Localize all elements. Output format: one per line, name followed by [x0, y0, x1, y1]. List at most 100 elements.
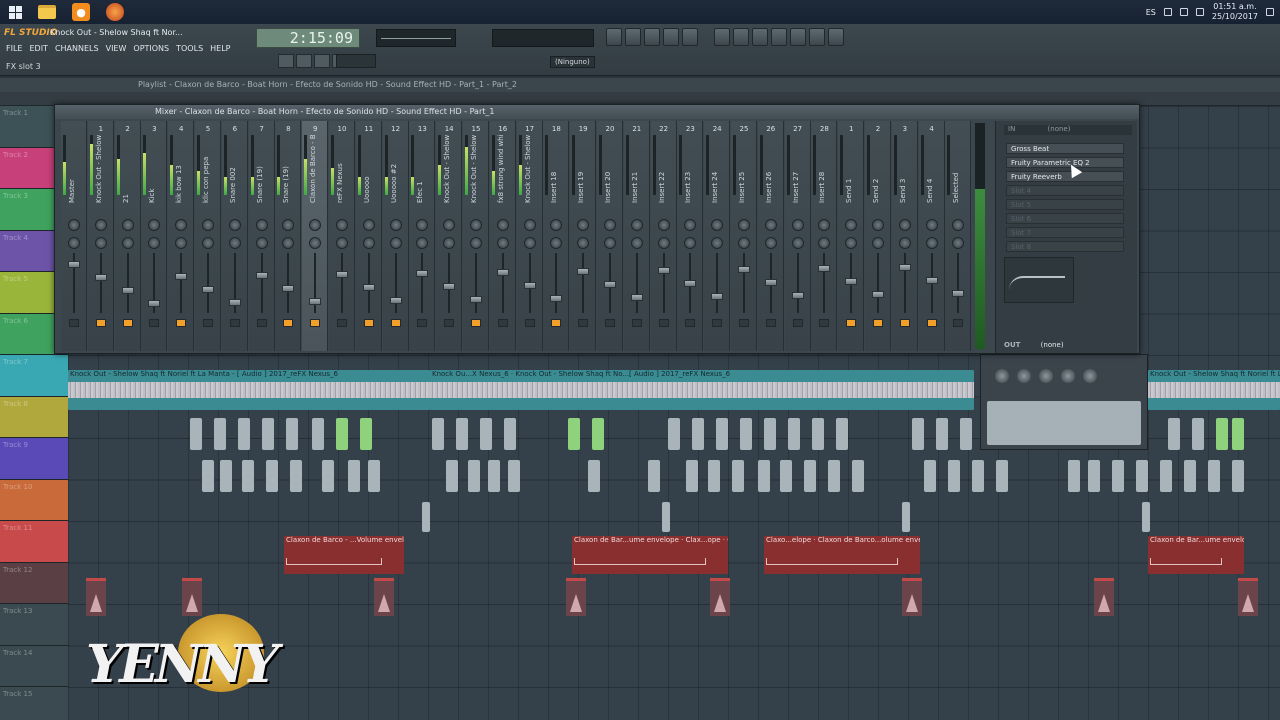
pattern-clip[interactable] [936, 418, 948, 450]
output-selector[interactable]: OUT (none) [1004, 341, 1064, 349]
volume-fader[interactable] [555, 253, 558, 313]
fader-handle[interactable] [898, 264, 911, 271]
stereo-knob[interactable] [523, 237, 536, 249]
pattern-clip[interactable] [686, 460, 698, 492]
pattern-clip[interactable] [996, 460, 1008, 492]
playlist-icon[interactable] [606, 28, 622, 46]
fader-handle[interactable] [657, 267, 670, 274]
volume-icon[interactable] [1179, 8, 1188, 16]
menu-options[interactable]: OPTIONS [133, 44, 169, 53]
pan-knob[interactable] [630, 219, 643, 231]
fader-handle[interactable] [443, 283, 456, 290]
route-button[interactable] [578, 319, 589, 327]
fruity-reeverb-window[interactable] [980, 354, 1148, 450]
menu-file[interactable]: FILE [6, 44, 22, 53]
fader-handle[interactable] [228, 299, 241, 306]
route-button[interactable] [605, 319, 615, 327]
mixer-strip[interactable]: 3 Kick [141, 121, 168, 351]
taskbar-fl-studio[interactable]: ● [64, 0, 98, 24]
volume-fader[interactable] [475, 253, 477, 313]
pan-knob[interactable] [550, 219, 563, 231]
menu-view[interactable]: VIEW [106, 44, 127, 53]
pan-knob[interactable] [818, 219, 831, 231]
mixer-strip[interactable]: 4 Send 4 [918, 121, 945, 351]
mixer-strip[interactable]: 17 Knock Out - Shelow Sh [516, 121, 543, 351]
stereo-knob[interactable] [630, 237, 643, 249]
stereo-knob[interactable] [738, 237, 750, 249]
pattern-clip[interactable] [588, 460, 600, 492]
pattern-clip[interactable] [568, 418, 580, 450]
pattern-clip[interactable] [266, 460, 278, 492]
stereo-knob[interactable] [148, 237, 161, 249]
eq-curve[interactable] [1004, 257, 1074, 303]
pattern-clip[interactable] [488, 460, 500, 492]
pan-knob[interactable] [416, 219, 429, 231]
envelope-clip[interactable]: Claxon de Bar...ume envelope · Clax...op… [572, 536, 728, 574]
fader-handle[interactable] [577, 268, 590, 275]
play-button[interactable] [296, 54, 312, 68]
stereo-knob[interactable] [389, 237, 402, 249]
pattern-clip[interactable] [708, 460, 720, 492]
pan-knob[interactable] [121, 219, 134, 231]
volume-fader[interactable] [877, 253, 879, 313]
stop-button[interactable] [314, 54, 330, 68]
audio-clip[interactable]: Knock Out - Shelow Shaq ft Noriel ft La … [68, 370, 430, 410]
audio-clip[interactable]: Knock Ou...X Nexus_6 · Knock Out - Shelo… [430, 370, 974, 410]
mixer-strip[interactable]: 2 Send 2 [865, 121, 891, 351]
stereo-knob[interactable] [577, 237, 590, 249]
volume-fader[interactable] [635, 253, 638, 313]
stereo-knob[interactable] [657, 237, 670, 249]
pattern-clip[interactable] [740, 418, 752, 450]
route-button[interactable] [631, 319, 642, 327]
pan-knob[interactable] [202, 219, 214, 231]
fader-handle[interactable] [818, 265, 831, 272]
pattern-clip[interactable] [948, 460, 960, 492]
pattern-clip[interactable] [202, 460, 214, 492]
pattern-clip[interactable] [692, 418, 704, 450]
route-button[interactable] [873, 319, 883, 327]
pattern-clip[interactable] [668, 418, 680, 450]
pan-knob[interactable] [872, 219, 884, 231]
pattern-clip[interactable] [238, 418, 250, 450]
mixer-strip[interactable]: 13 Efec 1 [409, 121, 436, 351]
volume-fader[interactable] [367, 253, 370, 313]
horn-audio-clip[interactable] [566, 578, 586, 616]
fader-handle[interactable] [925, 277, 938, 284]
mixer-strip[interactable]: 24 Insert 24 [704, 121, 731, 351]
pattern-clip[interactable] [322, 460, 334, 492]
fader-handle[interactable] [121, 287, 134, 294]
route-button[interactable] [471, 319, 481, 327]
fader-handle[interactable] [470, 296, 482, 303]
volume-fader[interactable] [823, 253, 826, 313]
pan-knob[interactable] [362, 219, 375, 231]
pattern-clip[interactable] [804, 460, 816, 492]
mixer-strip[interactable]: 16 fx8 strong wind whiss [489, 121, 516, 351]
mixer-strip[interactable]: 20 Insert 20 [597, 121, 623, 351]
fader-handle[interactable] [711, 293, 724, 300]
stereo-knob[interactable] [175, 237, 188, 249]
pattern-clip[interactable] [662, 502, 670, 532]
volume-fader[interactable] [207, 253, 209, 313]
volume-fader[interactable] [716, 253, 719, 313]
reverb-knob[interactable] [1039, 369, 1053, 383]
record-audio-icon[interactable] [771, 28, 787, 46]
mixer-strip[interactable]: 11 Uooooo [355, 121, 382, 351]
route-button[interactable] [524, 319, 535, 327]
network-icon[interactable] [1195, 8, 1204, 16]
tray-clock[interactable]: 01:51 a.m. 25/10/2017 [1212, 2, 1258, 22]
help-icon[interactable] [828, 28, 844, 46]
mixer-strip[interactable]: 18 Insert 18 [543, 121, 570, 351]
fader-handle[interactable] [282, 285, 295, 292]
pattern-clip[interactable] [764, 418, 776, 450]
stereo-knob[interactable] [818, 237, 831, 249]
pattern-clip[interactable] [1208, 460, 1220, 492]
volume-fader[interactable] [287, 253, 290, 313]
route-button[interactable] [926, 319, 937, 327]
mixer-strip[interactable]: 25 Insert 25 [731, 121, 757, 351]
mixer-strip[interactable]: 9 Claxon de Barco - Bo [302, 121, 329, 351]
pattern-clip[interactable] [446, 460, 458, 492]
fader-handle[interactable] [68, 261, 80, 268]
fader-handle[interactable] [952, 290, 965, 297]
route-button[interactable] [337, 319, 347, 327]
fx-slot[interactable]: Fruity Reeverb [1006, 171, 1124, 182]
